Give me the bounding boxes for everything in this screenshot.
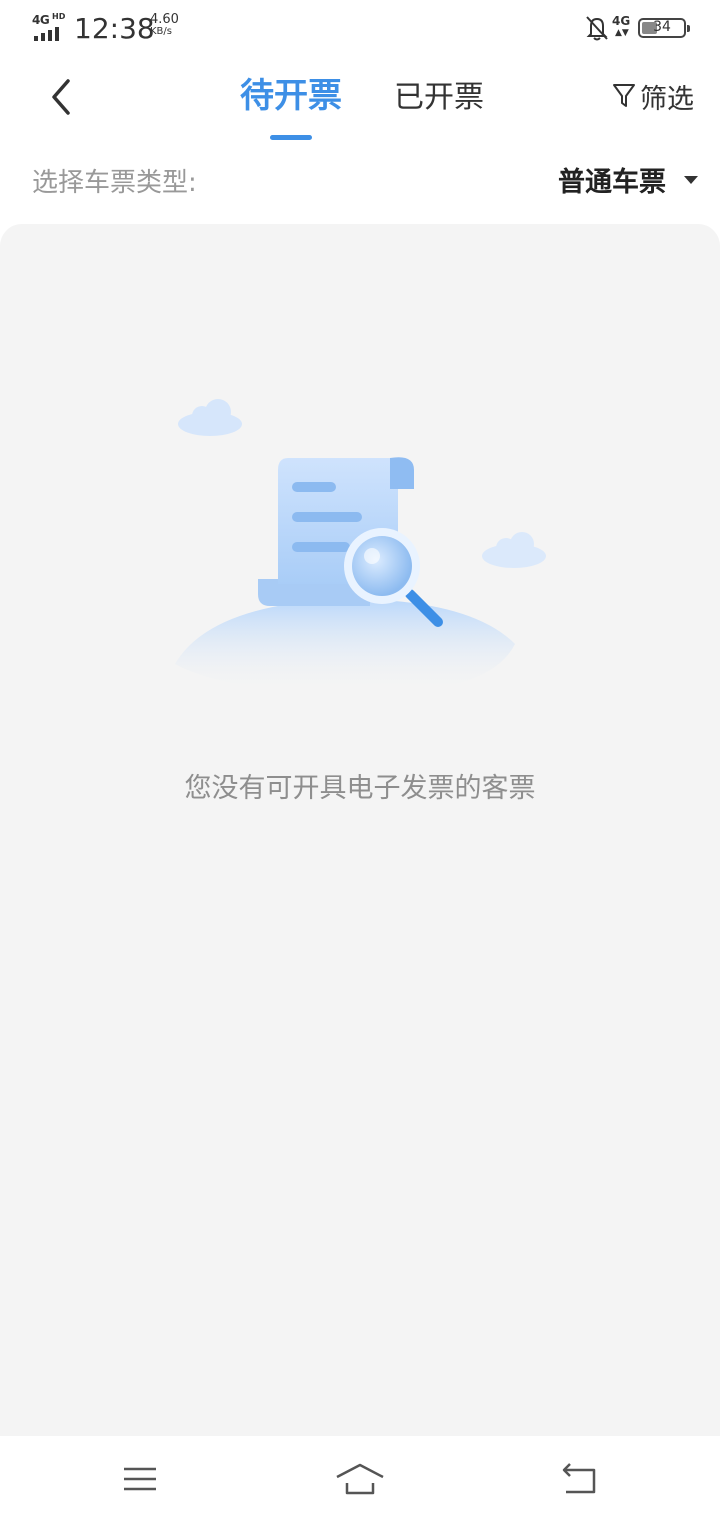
empty-state-message: 您没有可开具电子发票的客票 xyxy=(184,773,536,804)
home-button[interactable] xyxy=(335,1454,385,1504)
mobile-data-label: 4G xyxy=(612,14,631,28)
ticket-type-dropdown[interactable]: 普通车票 xyxy=(552,158,706,202)
speed-value: 4.60 xyxy=(150,12,179,27)
ticket-type-value: 普通车票 xyxy=(558,167,666,198)
network-hd-label: HD xyxy=(52,12,66,21)
ticket-type-row: 选择车票类型: 普通车票 xyxy=(0,142,720,222)
header-bar: 待开票 已开票 筛选 xyxy=(0,56,720,142)
clock: 12:38 xyxy=(74,12,155,45)
signal-bars xyxy=(34,27,59,41)
4g-data-icon: 4G ▲▼ xyxy=(612,14,631,38)
back-nav-button[interactable] xyxy=(555,1454,605,1504)
system-nav-bar xyxy=(0,1436,720,1520)
battery-level: 34 xyxy=(653,19,671,35)
chevron-left-icon xyxy=(52,79,70,115)
document-magnifier-illustration xyxy=(170,394,560,694)
menu-icon xyxy=(124,1467,156,1491)
bell-off-icon xyxy=(584,14,610,42)
funnel-icon xyxy=(613,84,635,107)
network-label: 4G xyxy=(32,13,50,27)
status-bar: 4G HD 12:38 4.60 KB/s 4G ▲▼ 34 xyxy=(0,0,720,56)
active-tab-indicator xyxy=(270,135,312,140)
tab-issued-invoice[interactable]: 已开票 xyxy=(384,72,494,132)
invoice-list-panel: 您没有可开具电子发票的客票 xyxy=(0,224,720,1436)
cloud-icon xyxy=(482,532,546,568)
network-speed: 4.60 KB/s xyxy=(150,12,190,38)
tab-pending-invoice[interactable]: 待开票 xyxy=(230,68,352,128)
ticket-type-label: 选择车票类型: xyxy=(32,168,197,198)
filter-label: 筛选 xyxy=(640,83,694,115)
back-arrow-icon xyxy=(562,1463,596,1494)
cloud-icon xyxy=(178,399,242,436)
menu-button[interactable] xyxy=(115,1454,165,1504)
signal-icon: 4G HD xyxy=(32,12,66,41)
caret-down-icon xyxy=(684,176,698,184)
filter-button[interactable]: 筛选 xyxy=(612,74,708,118)
battery-icon: 34 xyxy=(638,18,690,38)
back-button[interactable] xyxy=(36,72,86,122)
home-icon xyxy=(336,1463,384,1495)
speed-unit: KB/s xyxy=(150,26,172,37)
